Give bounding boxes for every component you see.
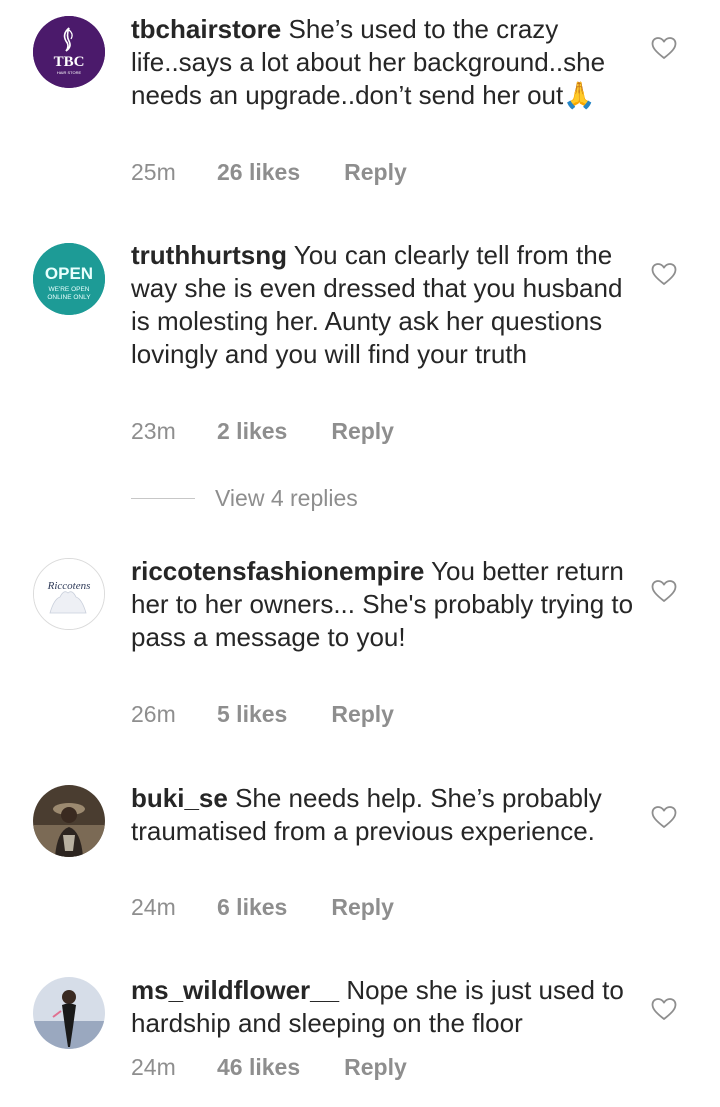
reply-button[interactable]: Reply [344,1054,407,1081]
heart-icon[interactable] [651,997,677,1021]
comment-time: 24m [131,1054,176,1080]
comment-text: truthhurtsng You can clearly tell from t… [131,239,636,371]
view-replies-button[interactable]: View 4 replies [131,485,358,512]
avatar[interactable]: OPEN WE'RE OPEN ONLINE ONLY [33,243,105,315]
reply-button[interactable]: Reply [331,418,394,445]
tbc-logo-icon: TBC HAIR STORE [33,16,105,88]
comment-text: riccotensfashionempire You better return… [131,555,636,654]
open-sign-icon: OPEN WE'RE OPEN ONLINE ONLY [33,243,105,315]
comment-time: 24m [131,894,176,920]
avatar[interactable] [33,977,105,1049]
reply-button[interactable]: Reply [331,894,394,921]
avatar[interactable]: TBC HAIR STORE [33,16,105,88]
comment-time: 26m [131,701,176,727]
comment-likes[interactable]: 5 likes [217,701,287,728]
heart-icon[interactable] [651,36,677,60]
heart-icon[interactable] [651,262,677,286]
comment-time: 23m [131,418,176,444]
comment-meta: 25m 26 likes Reply [131,159,407,186]
user-photo-icon [33,785,105,857]
comment-time: 25m [131,159,176,185]
comment-meta: 26m 5 likes Reply [131,701,394,728]
comment-username[interactable]: riccotensfashionempire [131,556,424,586]
comment-username[interactable]: tbchairstore [131,14,281,44]
svg-text:Riccotens: Riccotens [47,580,91,592]
comment-likes[interactable]: 2 likes [217,418,287,445]
avatar[interactable] [33,785,105,857]
riccotens-logo-icon: Riccotens [34,559,104,629]
comment-username[interactable]: buki_se [131,783,228,813]
reply-button[interactable]: Reply [344,159,407,186]
heart-icon[interactable] [651,579,677,603]
comment-username[interactable]: truthhurtsng [131,240,287,270]
comment-text: tbchairstore She’s used to the crazy lif… [131,13,636,112]
comment-likes[interactable]: 26 likes [217,159,300,186]
svg-text:ONLINE ONLY: ONLINE ONLY [47,294,91,301]
comment-likes[interactable]: 46 likes [217,1054,300,1081]
comment-text: ms_wildflower__ Nope she is just used to… [131,974,636,1040]
svg-text:HAIR STORE: HAIR STORE [57,70,82,75]
avatar[interactable]: Riccotens [33,558,105,630]
replies-divider [131,498,195,499]
view-replies-label[interactable]: View 4 replies [215,485,358,512]
svg-text:WE'RE OPEN: WE'RE OPEN [49,286,90,293]
user-photo-icon [33,977,105,1049]
comment-username[interactable]: ms_wildflower__ [131,975,339,1005]
svg-text:OPEN: OPEN [45,264,93,283]
heart-icon[interactable] [651,805,677,829]
comment-meta: 23m 2 likes Reply [131,418,394,445]
comment-text: buki_se She needs help. She’s probably t… [131,782,636,848]
comment-meta: 24m 6 likes Reply [131,894,394,921]
comment-likes[interactable]: 6 likes [217,894,287,921]
reply-button[interactable]: Reply [331,701,394,728]
svg-text:TBC: TBC [54,54,85,70]
comment-meta: 24m 46 likes Reply [131,1054,407,1081]
